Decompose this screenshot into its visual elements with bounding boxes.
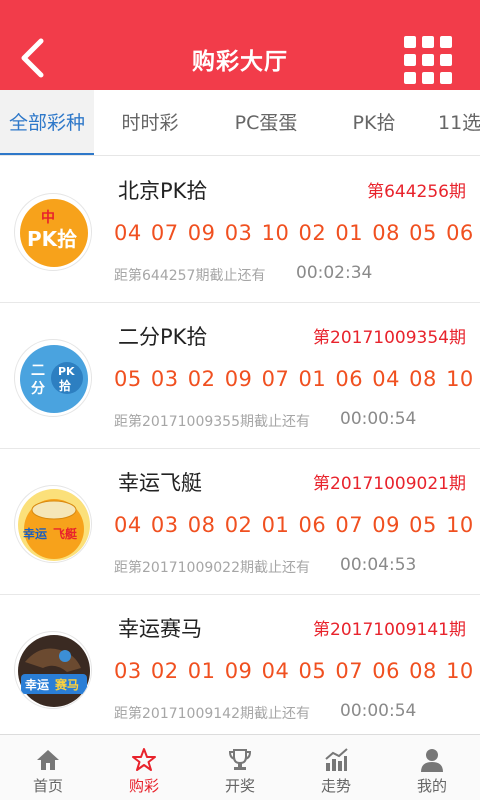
tabbar-label: 购彩 [128,777,159,795]
lottery-logo: 二 分 PK 拾 [14,339,92,417]
lottery-period: 第644256期 [367,182,466,202]
lottery-item[interactable]: 二 分 PK 拾 二分PK拾 第20171009354期 05 03 02 09… [0,303,480,449]
tabbar-profile[interactable]: 我的 [384,735,480,800]
tabbar-label: 开奖 [224,777,255,795]
trend-icon [325,748,348,771]
countdown-label: 距第20171009355期截止还有 [114,414,310,430]
tabbar-home[interactable]: 首页 [0,735,96,800]
svg-text:分: 分 [31,381,45,397]
airship-logo-icon: 幸运 飞艇 [18,489,90,561]
tabbar-results[interactable]: 开奖 [192,735,288,800]
lottery-logo: 幸运 赛马 [14,631,92,709]
draw-numbers: 05 03 02 09 07 01 06 04 08 10 [114,367,474,391]
draw-numbers: 04 07 09 03 10 02 01 08 05 06 [114,221,474,245]
lottery-icon [132,748,156,771]
svg-text:PK拾: PK拾 [27,227,77,251]
trophy-icon [228,749,252,770]
countdown-timer: 00:00:54 [340,409,417,429]
tab-all[interactable]: 全部彩种 [0,90,94,155]
grid-menu-icon [404,36,416,48]
svg-text:飞艇: 飞艇 [53,526,78,541]
countdown-label: 距第644257期截止还有 [114,268,266,284]
countdown-timer: 00:02:34 [296,263,373,283]
tabbar-lottery[interactable]: 购彩 [96,735,192,800]
lottery-name: 幸运赛马 [118,617,202,641]
lottery-name: 北京PK拾 [118,179,208,203]
tabbar-label: 首页 [32,777,63,795]
draw-numbers: 03 02 01 09 04 05 07 06 08 10 [114,659,474,683]
draw-numbers: 04 03 08 02 01 06 07 09 05 10 [114,513,474,537]
bottom-tab-bar: 首页 购彩 开奖 走势 我的 [0,734,480,800]
tabbar-label: 走势 [320,777,351,795]
tabbar-trend[interactable]: 走势 [288,735,384,800]
tab-shishicai[interactable]: 时时彩 [104,90,196,155]
lottery-list: 中 PK拾 北京PK拾 第644256期 04 07 09 03 10 02 0… [0,157,480,741]
svg-text:赛马: 赛马 [54,677,79,692]
horse-racing-logo-icon: 幸运 赛马 [18,635,90,707]
lottery-logo: 幸运 飞艇 [14,485,92,563]
lottery-period: 第20171009141期 [313,620,466,640]
category-tabs: 全部彩种 时时彩 PC蛋蛋 PK拾 11选 [0,90,480,156]
svg-text:PK: PK [58,365,75,378]
lottery-name: 幸运飞艇 [118,471,202,495]
lottery-period: 第20171009354期 [313,328,466,348]
countdown-label: 距第20171009022期截止还有 [114,560,310,576]
countdown-label: 距第20171009142期截止还有 [114,706,310,722]
header-bar: 购彩大厅 [0,0,480,90]
app-root: 购彩大厅 全部彩种 时时彩 PC蛋蛋 PK拾 11选 中 PK拾 北京PK拾 第… [0,0,480,800]
svg-text:拾: 拾 [59,378,71,393]
lottery-name: 二分PK拾 [118,325,208,349]
pk10-logo-icon: 中 PK拾 [20,199,88,267]
tab-11x5[interactable]: 11选 [438,90,480,155]
svg-text:中: 中 [41,209,55,226]
erfen-pk10-logo-icon: 二 分 PK 拾 [20,345,88,413]
home-icon [37,750,59,770]
lottery-item[interactable]: 幸运 飞艇 幸运飞艇 第20171009021期 04 03 08 02 01 … [0,449,480,595]
tab-pc-dandan[interactable]: PC蛋蛋 [212,90,320,155]
grid-menu-button[interactable] [404,36,452,84]
lottery-item[interactable]: 中 PK拾 北京PK拾 第644256期 04 07 09 03 10 02 0… [0,157,480,303]
tab-pk10[interactable]: PK拾 [334,90,414,155]
svg-text:幸运: 幸运 [25,677,49,692]
svg-text:二: 二 [31,363,45,379]
countdown-timer: 00:04:53 [340,555,417,575]
lottery-period: 第20171009021期 [313,474,466,494]
lottery-logo: 中 PK拾 [14,193,92,271]
tabbar-label: 我的 [416,777,447,795]
svg-text:幸运: 幸运 [23,526,47,541]
lottery-item[interactable]: 幸运 赛马 幸运赛马 第20171009141期 03 02 01 09 04 … [0,595,480,741]
user-icon [421,749,443,772]
countdown-timer: 00:00:54 [340,701,417,721]
